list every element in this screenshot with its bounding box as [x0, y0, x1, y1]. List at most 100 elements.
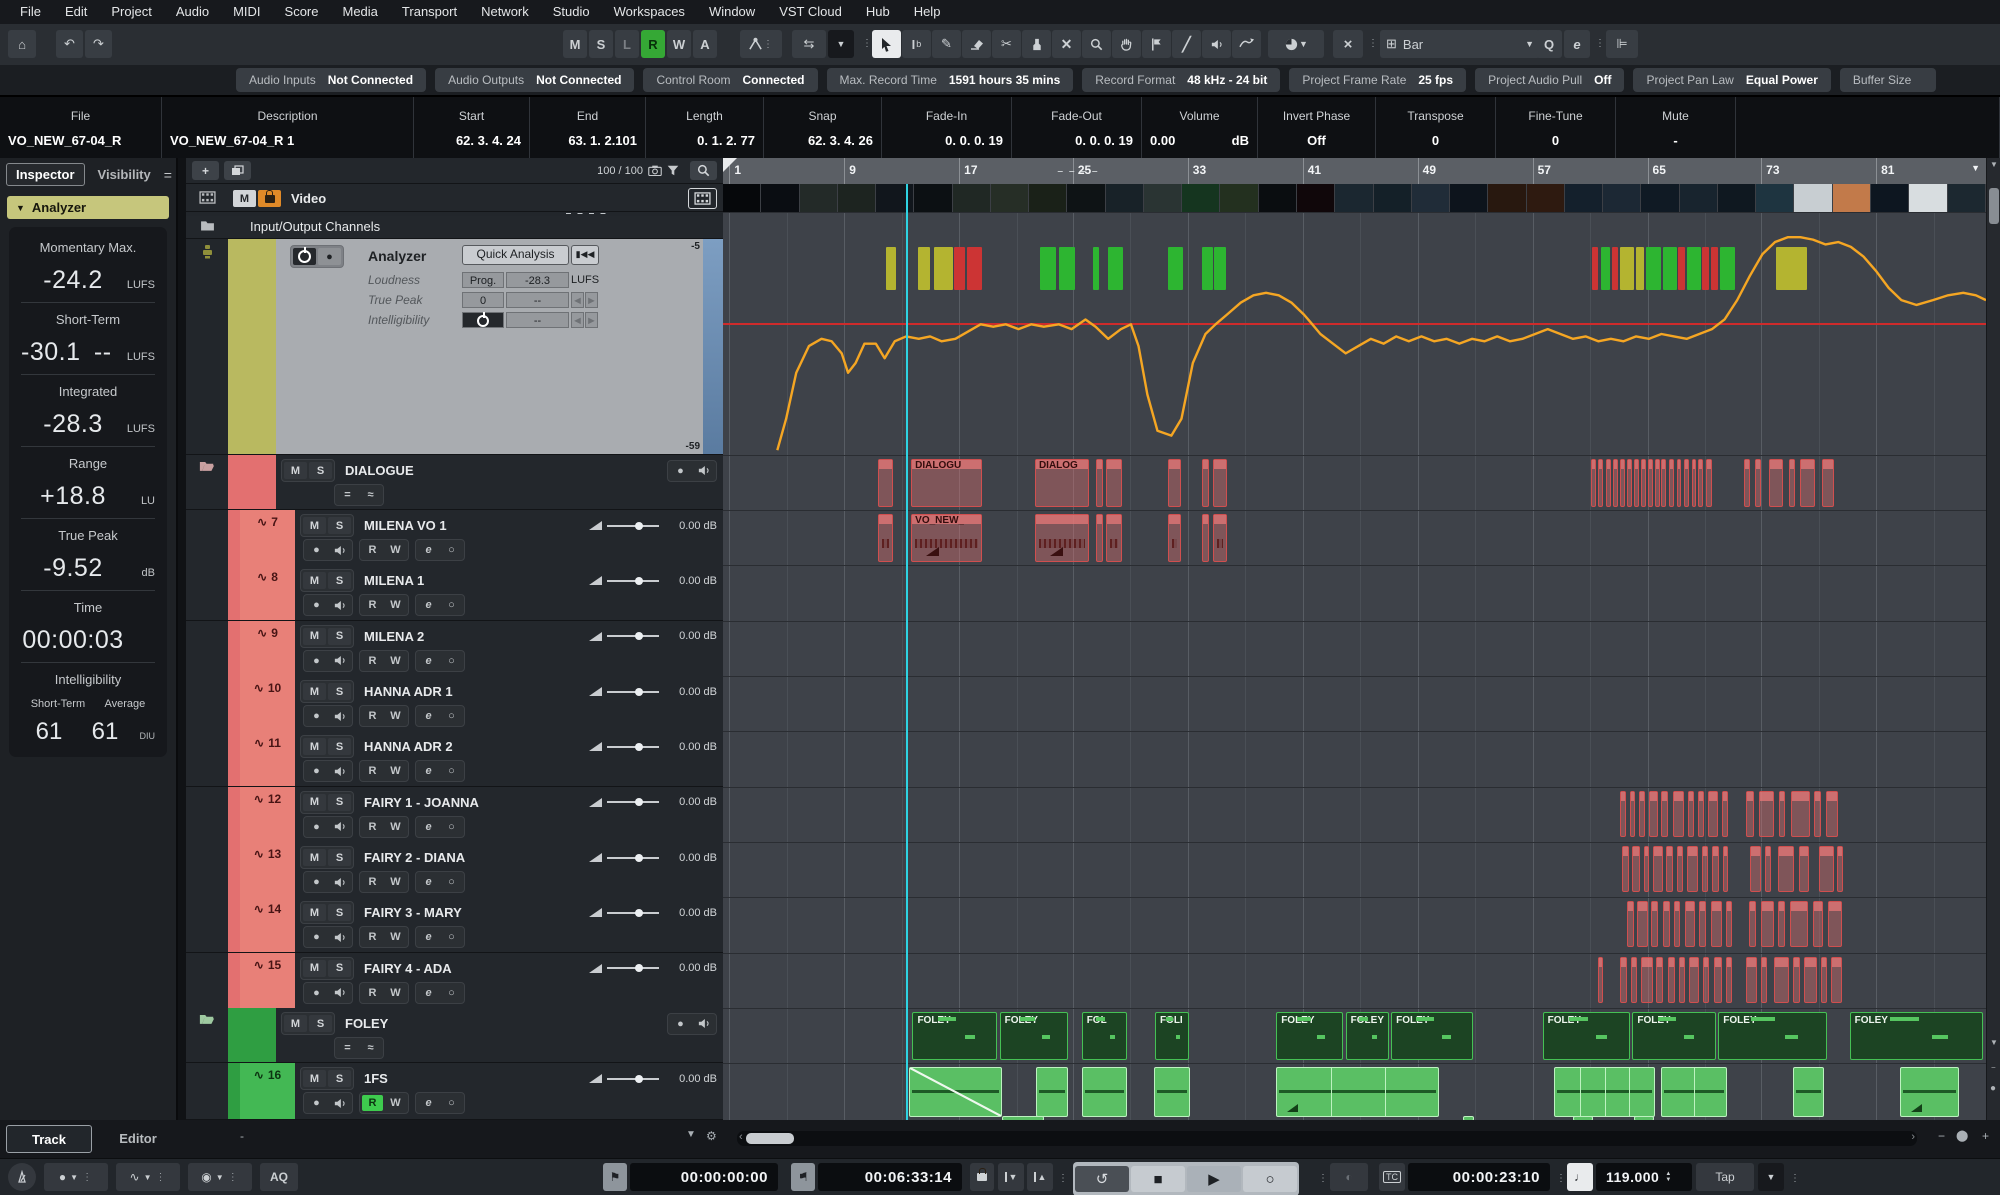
- audio-event[interactable]: [1828, 901, 1842, 947]
- record-enable-button[interactable]: ●: [306, 819, 327, 835]
- audio-event[interactable]: [1631, 957, 1637, 1003]
- status-audio-inputs[interactable]: Audio InputsNot Connected: [236, 68, 426, 92]
- analyzer-value[interactable]: --: [506, 292, 569, 308]
- record-enable-button[interactable]: ●: [306, 929, 327, 945]
- track-fairy-4-ada[interactable]: ∿15 MSFAIRY 4 - ADA0.00 dB ● RW e○: [186, 953, 723, 1009]
- track-1fs[interactable]: ∿16 MS1FS0.00 dB ● RW e○: [186, 1063, 723, 1120]
- foley-event[interactable]: FOL: [1082, 1012, 1127, 1060]
- info-mute[interactable]: Mute -: [1616, 97, 1736, 160]
- tool-mute-button[interactable]: ✕: [1052, 30, 1081, 58]
- audio-event[interactable]: [1761, 957, 1767, 1003]
- record-enable-button[interactable]: ●: [306, 542, 327, 558]
- read-automation-button[interactable]: R: [362, 708, 383, 724]
- analyzer-lane[interactable]: [723, 212, 1986, 455]
- audio-event[interactable]: [1202, 514, 1210, 562]
- audio-event[interactable]: [1656, 957, 1662, 1003]
- iterative-quantize-button[interactable]: e: [1564, 30, 1590, 58]
- menu-window[interactable]: Window: [697, 0, 767, 24]
- audio-event[interactable]: [1202, 459, 1210, 507]
- audio-event[interactable]: [1800, 459, 1815, 507]
- menu-transport[interactable]: Transport: [390, 0, 469, 24]
- prev-arrow-button[interactable]: ◄: [571, 292, 584, 308]
- listen-button[interactable]: ○: [441, 929, 462, 945]
- tempo-spinner-icon[interactable]: ▲▼: [1665, 1171, 1671, 1183]
- audio-event[interactable]: [1774, 957, 1789, 1003]
- foley-event[interactable]: FOLEY: [1718, 1012, 1827, 1060]
- info-volume[interactable]: Volume 0.00dB: [1142, 97, 1258, 160]
- color-tool-button[interactable]: ▼: [1268, 30, 1324, 58]
- mute-button[interactable]: M: [303, 517, 326, 534]
- tempo-track-button[interactable]: ♩: [1567, 1163, 1593, 1191]
- foley-event[interactable]: FOLEY: [912, 1012, 997, 1060]
- edit-channel-button[interactable]: e: [418, 708, 439, 724]
- track-color-strip[interactable]: [228, 455, 276, 509]
- audio-event[interactable]: [1837, 846, 1843, 892]
- edit-channel-button[interactable]: e: [418, 929, 439, 945]
- track-fairy-2-diana[interactable]: ∿13 MSFAIRY 2 - DIANA0.00 dB ● RW e○: [186, 842, 723, 898]
- audio-event[interactable]: [878, 514, 893, 562]
- monitor-button[interactable]: [329, 653, 350, 669]
- automation-panel-button[interactable]: ⋮: [740, 30, 782, 58]
- volume-slider[interactable]: [607, 691, 659, 693]
- menu-vst-cloud[interactable]: VST Cloud: [767, 0, 854, 24]
- snap-button[interactable]: ×: [1333, 30, 1363, 58]
- solo-button[interactable]: S: [309, 462, 332, 479]
- monitor-button[interactable]: [329, 819, 350, 835]
- audio-event[interactable]: [1620, 459, 1625, 507]
- status-project-pan-law[interactable]: Project Pan LawEqual Power: [1633, 68, 1830, 92]
- zoom-out-horizontal-icon[interactable]: −: [1938, 1129, 1945, 1143]
- audio-event[interactable]: [1687, 846, 1698, 892]
- menu-midi[interactable]: MIDI: [221, 0, 272, 24]
- info-file[interactable]: File VO_NEW_67-04_R: [0, 97, 162, 160]
- track-lane-7[interactable]: VO_NEW_: [723, 510, 1986, 565]
- audio-event[interactable]: [1651, 901, 1657, 947]
- audio-event[interactable]: [1723, 846, 1728, 892]
- tempo-mode-dropdown[interactable]: ▼: [1758, 1163, 1784, 1191]
- audio-event[interactable]: [1213, 459, 1227, 507]
- audio-event[interactable]: [1035, 514, 1089, 562]
- camera-icon[interactable]: [648, 165, 662, 176]
- foley-event[interactable]: FOLEY: [1346, 1012, 1389, 1060]
- track-color-strip[interactable]: [228, 239, 276, 454]
- track-color-tab[interactable]: ∿7: [240, 510, 295, 565]
- track-name[interactable]: FAIRY 1 - JOANNA: [364, 795, 479, 810]
- analyzer-cell[interactable]: 0: [462, 292, 504, 308]
- track-folder-foley[interactable]: MSFOLEY ● =≈: [186, 1008, 723, 1063]
- midi-record-mode-button[interactable]: ◉ ▼ ⋮: [188, 1163, 252, 1191]
- audio-event[interactable]: [1750, 846, 1761, 892]
- audio-event[interactable]: [1746, 791, 1754, 837]
- audio-event[interactable]: [1714, 957, 1722, 1003]
- info-length[interactable]: Length 0. 1. 2. 77: [646, 97, 764, 160]
- audio-event[interactable]: [1620, 791, 1626, 837]
- audio-event[interactable]: [1769, 459, 1783, 507]
- audio-event[interactable]: VO_NEW_: [911, 514, 982, 562]
- left-locator-display[interactable]: 00:00:00:00: [630, 1163, 778, 1191]
- foley-audio-event[interactable]: [1036, 1067, 1068, 1117]
- menu-project[interactable]: Project: [99, 0, 163, 24]
- write-automation-button[interactable]: W: [385, 874, 406, 890]
- audio-event[interactable]: [1688, 791, 1694, 837]
- write-automation-button[interactable]: W: [385, 985, 406, 1001]
- volume-slider[interactable]: [607, 967, 659, 969]
- global-w-button[interactable]: W: [667, 30, 691, 58]
- audio-event[interactable]: [1630, 791, 1635, 837]
- play-button[interactable]: ▶: [1187, 1166, 1241, 1192]
- audio-event[interactable]: [1746, 957, 1757, 1003]
- edit-channel-button[interactable]: e: [418, 597, 439, 613]
- tool-erase-button[interactable]: [962, 30, 991, 58]
- grid-type-select[interactable]: ⊞ Bar ▼: [1380, 30, 1540, 58]
- phase-coherent-button[interactable]: ≈: [360, 1040, 381, 1056]
- track-lane-8[interactable]: [723, 565, 1986, 620]
- audio-event[interactable]: [1677, 459, 1681, 507]
- track-color-tab[interactable]: ∿16: [240, 1063, 295, 1119]
- foley-event[interactable]: FOLEY: [1276, 1012, 1343, 1060]
- redo-button[interactable]: ↷: [85, 30, 112, 58]
- audio-event[interactable]: [1698, 791, 1704, 837]
- intelligibility-power-button[interactable]: [462, 312, 504, 328]
- tap-tempo-button[interactable]: Tap: [1696, 1163, 1754, 1191]
- track-scale-dropdown-icon[interactable]: ▼: [686, 1129, 696, 1140]
- analyzer-section-header[interactable]: ▼ Analyzer: [7, 196, 169, 219]
- add-track-button[interactable]: +: [192, 161, 219, 180]
- track-name[interactable]: DIALOGUE: [345, 463, 414, 478]
- audio-event[interactable]: [1685, 901, 1695, 947]
